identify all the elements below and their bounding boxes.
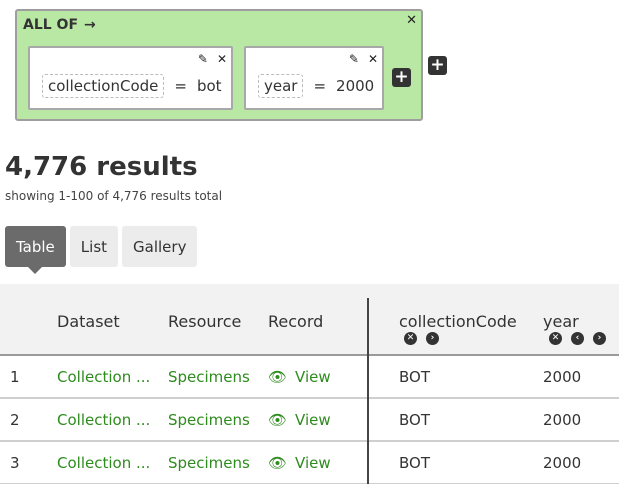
dataset-link[interactable]: Collection ... <box>57 368 150 386</box>
add-group-button[interactable]: + <box>428 56 447 75</box>
view-record-link[interactable]: 👁 View <box>268 368 331 386</box>
tab-table[interactable]: Table <box>5 226 66 274</box>
group-label: ALL OF <box>23 17 79 33</box>
dataset-link[interactable]: Collection ... <box>57 454 150 472</box>
collectioncode-cell: BOT <box>399 368 430 386</box>
dataset-link[interactable]: Collection ... <box>57 411 150 429</box>
arrow-right-icon[interactable]: → <box>84 17 96 33</box>
term-operator: = <box>313 77 327 95</box>
view-label: View <box>295 411 331 429</box>
remove-column-icon[interactable]: ✕ <box>404 332 417 345</box>
eye-icon: 👁 <box>268 454 288 472</box>
eye-icon: 👁 <box>268 411 288 429</box>
year-cell: 2000 <box>543 454 582 472</box>
collectioncode-cell: BOT <box>399 454 430 472</box>
remove-column-icon[interactable]: ✕ <box>549 332 562 345</box>
table-row: 3 Collection ... Specimens 👁 View BOT 200… <box>0 442 619 484</box>
term-value[interactable]: bot <box>197 77 222 95</box>
move-right-icon[interactable]: › <box>593 332 606 345</box>
view-label: View <box>295 454 331 472</box>
tab-gallery[interactable]: Gallery <box>122 226 198 267</box>
term-field[interactable]: collectionCode <box>42 74 165 98</box>
close-icon[interactable]: ✕ <box>368 52 378 66</box>
move-right-icon[interactable]: › <box>426 332 439 345</box>
term-field[interactable]: year <box>258 74 304 98</box>
table-row: 1 Collection ... Specimens 👁 View BOT 200… <box>0 356 619 399</box>
view-record-link[interactable]: 👁 View <box>268 454 331 472</box>
column-divider[interactable] <box>367 298 369 484</box>
row-number: 2 <box>10 411 20 429</box>
eye-icon: 👁 <box>268 368 288 386</box>
collectioncode-column-controls: ✕ › <box>404 332 439 345</box>
filter-term-collectioncode: ✎ ✕ collectionCode = bot <box>28 46 233 110</box>
edit-icon[interactable]: ✎ <box>349 52 359 66</box>
group-title[interactable]: ALL OF → <box>23 17 96 33</box>
header-year[interactable]: year <box>543 312 579 331</box>
header-collectioncode[interactable]: collectionCode <box>399 312 517 331</box>
close-icon[interactable]: ✕ <box>217 52 227 66</box>
header-dataset[interactable]: Dataset <box>57 312 120 331</box>
result-count: 4,776 results <box>5 152 198 182</box>
year-cell: 2000 <box>543 368 582 386</box>
result-summary: showing 1-100 of 4,776 results total <box>5 189 223 203</box>
close-icon[interactable]: ✕ <box>406 13 417 28</box>
row-number: 3 <box>10 454 20 472</box>
edit-icon[interactable]: ✎ <box>198 52 208 66</box>
add-term-button[interactable]: + <box>392 68 411 87</box>
view-tabs: Table List Gallery <box>5 226 198 274</box>
table-header: Dataset Resource Record collectionCode y… <box>0 284 619 356</box>
term-operator: = <box>174 77 187 95</box>
year-cell: 2000 <box>543 411 582 429</box>
move-left-icon[interactable]: ‹ <box>571 332 584 345</box>
resource-link[interactable]: Specimens <box>168 411 250 429</box>
header-record[interactable]: Record <box>268 312 323 331</box>
year-column-controls: ✕ ‹ › <box>549 332 606 345</box>
row-number: 1 <box>10 368 20 386</box>
filter-term-year: ✎ ✕ year = 2000 <box>244 46 384 110</box>
resource-link[interactable]: Specimens <box>168 368 250 386</box>
view-record-link[interactable]: 👁 View <box>268 411 331 429</box>
filter-group: ALL OF → ✕ ✎ ✕ collectionCode = bot ✎ ✕ … <box>15 9 423 121</box>
view-label: View <box>295 368 331 386</box>
collectioncode-cell: BOT <box>399 411 430 429</box>
table-row: 2 Collection ... Specimens 👁 View BOT 200… <box>0 399 619 442</box>
header-resource[interactable]: Resource <box>168 312 241 331</box>
resource-link[interactable]: Specimens <box>168 454 250 472</box>
term-value[interactable]: 2000 <box>336 77 374 95</box>
tab-list[interactable]: List <box>69 226 119 267</box>
